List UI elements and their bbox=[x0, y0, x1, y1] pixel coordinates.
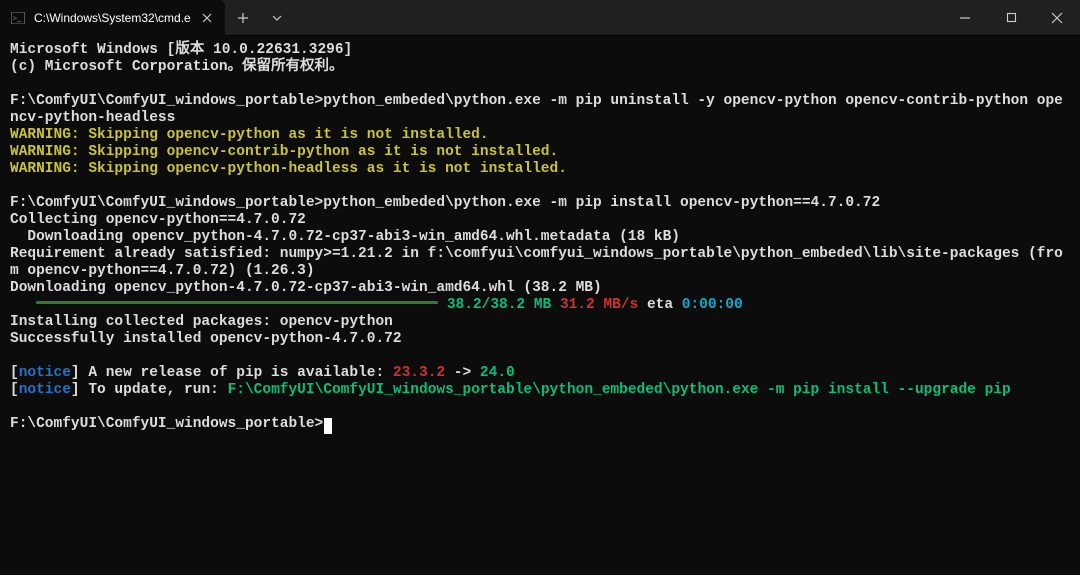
installing-line: Installing collected packages: opencv-py… bbox=[10, 314, 393, 330]
warning-3: WARNING: Skipping opencv-python-headless… bbox=[10, 161, 567, 177]
warning-2: WARNING: Skipping opencv-contrib-python … bbox=[10, 144, 558, 160]
pip-upgrade-cmd: F:\ComfyUI\ComfyUI_windows_portable\pyth… bbox=[228, 382, 1011, 398]
downloading-whl-line: Downloading opencv_python-4.7.0.72-cp37-… bbox=[10, 280, 602, 296]
svg-text:>_: >_ bbox=[13, 14, 21, 23]
close-button[interactable] bbox=[1034, 0, 1080, 35]
prompt-current: F:\ComfyUI\ComfyUI_windows_portable> bbox=[10, 416, 323, 432]
collecting-line: Collecting opencv-python==4.7.0.72 bbox=[10, 212, 306, 228]
window-controls bbox=[942, 0, 1080, 35]
pip-new-version: 24.0 bbox=[480, 365, 515, 381]
maximize-button[interactable] bbox=[988, 0, 1034, 35]
titlebar: >_ C:\Windows\System32\cmd.e bbox=[0, 0, 1080, 36]
new-tab-button[interactable] bbox=[225, 0, 261, 35]
arrow: -> bbox=[445, 365, 480, 381]
tab-dropdown-button[interactable] bbox=[261, 0, 293, 35]
tab-close-button[interactable] bbox=[199, 10, 215, 26]
pip-old-version: 23.3.2 bbox=[393, 365, 445, 381]
progress-eta: 0:00:00 bbox=[682, 297, 743, 313]
bracket-close-1: ] bbox=[71, 365, 80, 381]
progress-size: 38.2/38.2 MB bbox=[447, 297, 551, 313]
copyright-line: (c) Microsoft Corporation。保留所有权利。 bbox=[10, 59, 344, 75]
requirement-satisfied-line: Requirement already satisfied: numpy>=1.… bbox=[10, 246, 1063, 279]
bracket-close-2: ] bbox=[71, 382, 80, 398]
tab-title: C:\Windows\System32\cmd.e bbox=[34, 11, 191, 25]
bracket-open-2: [ bbox=[10, 382, 19, 398]
prompt-1: F:\ComfyUI\ComfyUI_windows_portable> bbox=[10, 93, 323, 109]
terminal-output[interactable]: Microsoft Windows [版本 10.0.22631.3296] (… bbox=[0, 36, 1080, 443]
active-tab[interactable]: >_ C:\Windows\System32\cmd.e bbox=[0, 0, 225, 36]
bracket-open-1: [ bbox=[10, 365, 19, 381]
downloading-metadata-line: Downloading opencv_python-4.7.0.72-cp37-… bbox=[10, 229, 680, 245]
progress-bar bbox=[10, 297, 438, 314]
notice-1-text: A new release of pip is available: bbox=[80, 365, 393, 381]
notice-2-text: To update, run: bbox=[80, 382, 228, 398]
notice-tag-2: notice bbox=[19, 382, 71, 398]
command-2: python_embeded\python.exe -m pip install… bbox=[323, 195, 880, 211]
success-line: Successfully installed opencv-python-4.7… bbox=[10, 331, 402, 347]
progress-speed: 31.2 MB/s bbox=[560, 297, 638, 313]
warning-1: WARNING: Skipping opencv-python as it is… bbox=[10, 127, 489, 143]
os-version-line: Microsoft Windows [版本 10.0.22631.3296] bbox=[10, 42, 352, 58]
cmd-icon: >_ bbox=[10, 10, 26, 26]
notice-tag-1: notice bbox=[19, 365, 71, 381]
minimize-button[interactable] bbox=[942, 0, 988, 35]
progress-eta-label: eta bbox=[638, 297, 682, 313]
prompt-2: F:\ComfyUI\ComfyUI_windows_portable> bbox=[10, 195, 323, 211]
cursor bbox=[324, 418, 332, 434]
